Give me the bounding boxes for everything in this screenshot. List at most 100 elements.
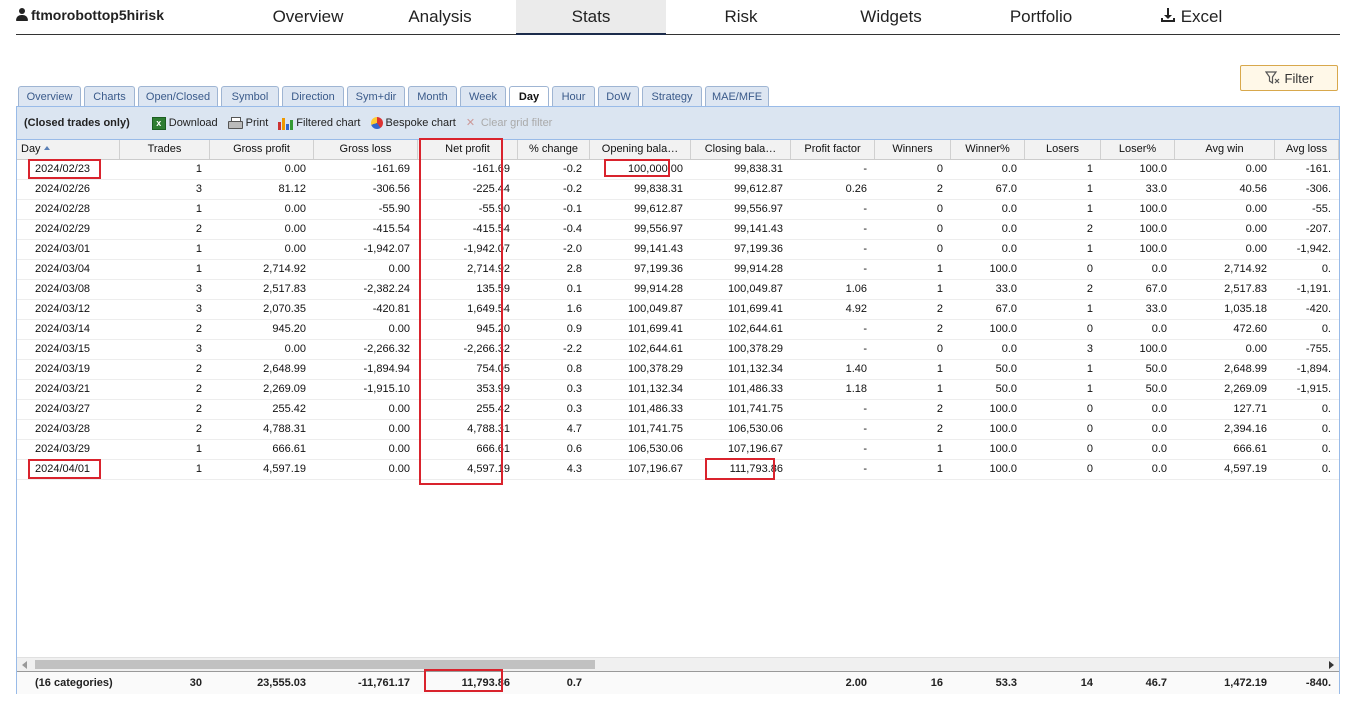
cell-winner-pct: 67.0 — [995, 303, 1017, 315]
cell-winner-pct: 100.0 — [989, 403, 1017, 415]
table-row[interactable]: 2024/03/28 2 4,788.31 0.00 4,788.31 4.7 101,74… — [17, 420, 1339, 440]
subtab-week[interactable]: Week — [460, 86, 506, 106]
scrollbar-thumb[interactable] — [35, 660, 595, 669]
subtab-charts[interactable]: Charts — [84, 86, 135, 106]
cell-opening-balance: 101,132.34 — [627, 383, 683, 395]
column-header-closing-balance[interactable]: Closing bala… — [691, 140, 791, 159]
table-row[interactable]: 2024/03/12 3 2,070.35 -420.81 1,649.54 1.6 100… — [17, 300, 1339, 320]
nav-tab-widgets[interactable]: Widgets — [831, 0, 951, 34]
filter-icon — [1264, 71, 1279, 85]
scroll-left-icon[interactable] — [22, 661, 27, 669]
cell-avg-loss: -420. — [1305, 303, 1331, 315]
cell-day: 2024/04/01 — [35, 463, 91, 475]
column-header-opening-balance[interactable]: Opening bala… — [590, 140, 691, 159]
cell-avg-win: 0.00 — [1245, 343, 1267, 355]
pie-chart-icon — [370, 117, 383, 129]
cell-losers: 0 — [1086, 403, 1093, 415]
column-header-gross-profit[interactable]: Gross profit — [210, 140, 314, 159]
cell-pct-change: -0.1 — [563, 203, 582, 215]
cell-trades: 2 — [195, 323, 202, 335]
table-row[interactable]: 2024/03/27 2 255.42 0.00 255.42 0.3 101,486.33… — [17, 400, 1339, 420]
subtab-open-closed[interactable]: Open/Closed — [138, 86, 218, 106]
subtab-direction[interactable]: Direction — [282, 86, 344, 106]
nav-tab-risk[interactable]: Risk — [686, 0, 796, 34]
horizontal-scrollbar[interactable] — [17, 657, 1339, 671]
subtab-sym-dir[interactable]: Sym+dir — [347, 86, 405, 106]
cell-winners: 1 — [936, 463, 943, 475]
column-header-avg-win[interactable]: Avg win — [1175, 140, 1275, 159]
table-row[interactable]: 2024/03/15 3 0.00 -2,266.32 -2,266.32 -2.2 102… — [17, 340, 1339, 360]
cell-day: 2024/02/26 — [35, 183, 91, 195]
subtab-hour[interactable]: Hour — [552, 86, 595, 106]
column-header-avg-loss[interactable]: Avg loss — [1275, 140, 1339, 159]
table-row[interactable]: 2024/04/01 1 4,597.19 0.00 4,597.19 4.3 107,19… — [17, 460, 1339, 480]
table-row[interactable]: 2024/03/01 1 0.00 -1,942.07 -1,942.07 -2.0 99,… — [17, 240, 1339, 260]
cell-avg-win: 666.61 — [1233, 443, 1267, 455]
table-row[interactable]: 2024/02/29 2 0.00 -415.54 -415.54 -0.4 99,556.… — [17, 220, 1339, 240]
cell-losers: 1 — [1086, 163, 1093, 175]
column-header-trades[interactable]: Trades — [120, 140, 210, 159]
cell-winner-pct: 100.0 — [989, 323, 1017, 335]
column-header-winners[interactable]: Winners — [875, 140, 951, 159]
table-row[interactable]: 2024/03/08 3 2,517.83 -2,382.24 135.59 0.1 99,… — [17, 280, 1339, 300]
cell-losers: 0 — [1086, 323, 1093, 335]
cell-avg-loss: 0. — [1321, 323, 1331, 335]
column-header-losers[interactable]: Losers — [1025, 140, 1101, 159]
subtab-month[interactable]: Month — [408, 86, 457, 106]
cell-winners: 0 — [936, 243, 943, 255]
table-row[interactable]: 2024/02/23 1 0.00 -161.69 -161.69 -0.2 100,000… — [17, 160, 1339, 180]
column-header-gross-loss[interactable]: Gross loss — [314, 140, 418, 159]
column-header-winner-pct[interactable]: Winner% — [951, 140, 1025, 159]
column-header-label: Loser% — [1118, 143, 1157, 155]
user-account[interactable]: ftmorobottop5hirisk — [16, 7, 164, 23]
cell-gross-profit: 2,269.09 — [263, 383, 306, 395]
nav-tab-stats[interactable]: Stats — [516, 0, 666, 35]
table-row[interactable]: 2024/03/04 1 2,714.92 0.00 2,714.92 2.8 97,199… — [17, 260, 1339, 280]
table-row[interactable]: 2024/03/14 2 945.20 0.00 945.20 0.9 101,699.41… — [17, 320, 1339, 340]
subtab-dow[interactable]: DoW — [598, 86, 639, 106]
cell-avg-win: 0.00 — [1245, 243, 1267, 255]
table-row[interactable]: 2024/03/29 1 666.61 0.00 666.61 0.6 106,530.06… — [17, 440, 1339, 460]
filter-button[interactable]: Filter — [1240, 65, 1338, 91]
table-row[interactable]: 2024/03/19 2 2,648.99 -1,894.94 754.05 0.8 100… — [17, 360, 1339, 380]
nav-tab-analysis[interactable]: Analysis — [382, 0, 498, 34]
subtab-overview[interactable]: Overview — [18, 86, 81, 106]
cell-avg-loss: -1,191. — [1296, 283, 1331, 295]
cell-net-profit: 2,714.92 — [467, 263, 510, 275]
download-button[interactable]: x Download — [151, 116, 218, 130]
cell-loser-pct: 0.0 — [1151, 403, 1167, 415]
column-header-profit-factor[interactable]: Profit factor — [791, 140, 875, 159]
cell-avg-loss: 0. — [1321, 423, 1331, 435]
cell-gross-profit: 81.12 — [278, 183, 306, 195]
cell-day: 2024/02/29 — [35, 223, 91, 235]
user-icon — [16, 8, 28, 22]
cell-winners: 2 — [936, 183, 943, 195]
clear-grid-filter-button[interactable]: ✕ Clear grid filter — [466, 117, 553, 129]
cell-trades: 3 — [195, 283, 202, 295]
column-header-loser-pct[interactable]: Loser% — [1101, 140, 1175, 159]
scroll-right-icon[interactable] — [1329, 661, 1334, 669]
cell-pct-change: 0.8 — [566, 363, 582, 375]
nav-tab-excel[interactable]: Excel — [1136, 0, 1246, 34]
column-header-label: Day — [21, 143, 41, 155]
subtab-mae-mfe[interactable]: MAE/MFE — [705, 86, 769, 106]
filtered-chart-button[interactable]: Filtered chart — [278, 117, 361, 130]
table-row[interactable]: 2024/03/21 2 2,269.09 -1,915.10 353.99 0.3 101… — [17, 380, 1339, 400]
column-header-day[interactable]: Day — [17, 140, 120, 159]
column-header-pct-change[interactable]: % change — [518, 140, 590, 159]
table-row[interactable]: 2024/02/28 1 0.00 -55.90 -55.90 -0.1 99,612.87… — [17, 200, 1339, 220]
column-header-label: Net profit — [445, 143, 490, 155]
bespoke-chart-button[interactable]: Bespoke chart — [370, 117, 456, 129]
subtab-strategy[interactable]: Strategy — [642, 86, 702, 106]
cell-pct-change: 0.1 — [566, 283, 582, 295]
column-header-net-profit[interactable]: Net profit — [418, 140, 518, 159]
subtab-symbol[interactable]: Symbol — [221, 86, 279, 106]
subtab-day[interactable]: Day — [509, 86, 549, 107]
nav-tab-portfolio[interactable]: Portfolio — [981, 0, 1101, 34]
cell-avg-loss: 0. — [1321, 403, 1331, 415]
print-button[interactable]: Print — [227, 117, 268, 129]
total-closing-balance — [691, 672, 791, 694]
table-row[interactable]: 2024/02/26 3 81.12 -306.56 -225.44 -0.2 99,838… — [17, 180, 1339, 200]
cell-gross-loss: 0.00 — [388, 403, 410, 415]
nav-tab-overview[interactable]: Overview — [248, 0, 368, 34]
